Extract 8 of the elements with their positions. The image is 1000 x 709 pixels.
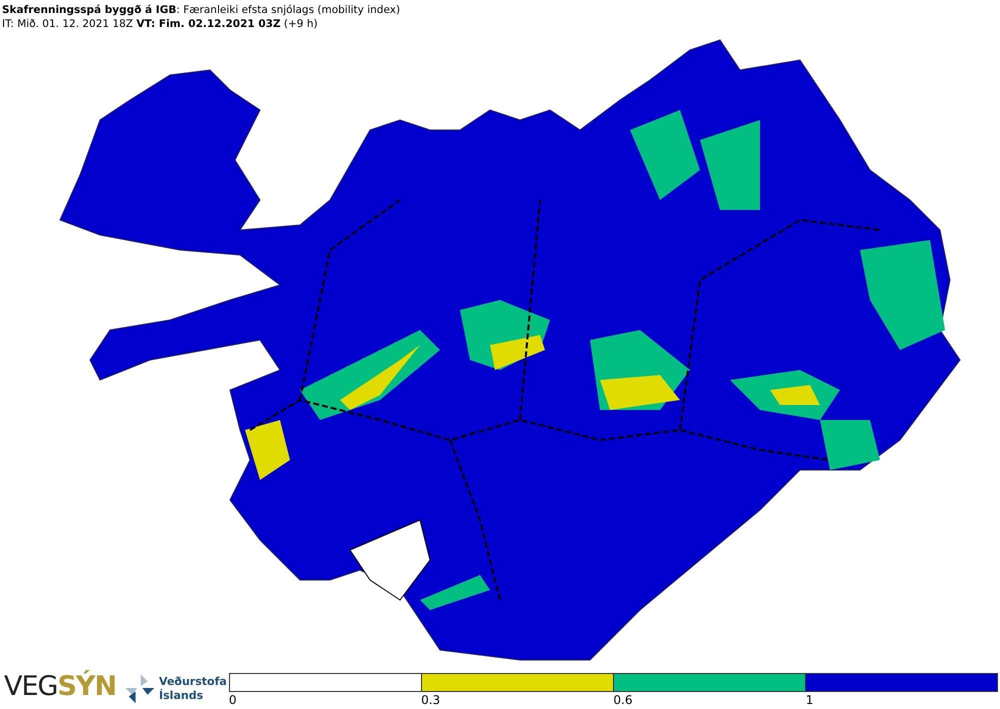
legend-tick-label: 0.3 (421, 693, 440, 707)
legend-tick-label: 0 (228, 693, 236, 707)
legend-tick-label: 0.6 (613, 693, 632, 707)
legend-tick-label: 1 (806, 693, 814, 707)
forecast-time: IT: Mið. 01. 12. 2021 18Z VT: Fim. 02.12.2021 03Z (+9 h) (2, 17, 319, 31)
vegsyn-logo: VEGSÝN (4, 672, 116, 702)
agency-logo-text: Veðurstofa Íslands (159, 675, 227, 703)
map-title: Skafrenningsspá byggð á IGB: Færanleiki efsta snjólags (mobility index) (2, 3, 402, 17)
